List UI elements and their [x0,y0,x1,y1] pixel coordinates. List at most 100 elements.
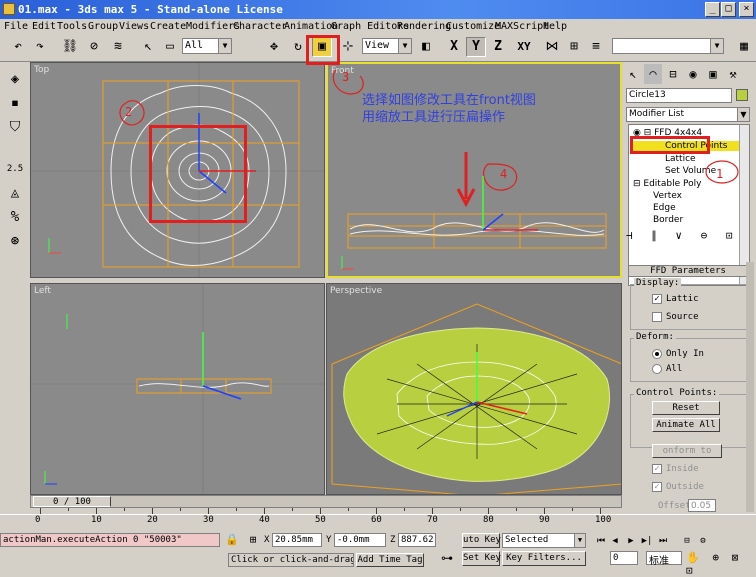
auto-key-button[interactable]: uto Key [462,533,501,548]
ffd-parameters-rollout[interactable]: FFD Parameters [628,265,748,277]
redo-icon[interactable]: ↷ [30,37,50,57]
stack-item-editable-poly[interactable]: ⊟ Editable Poly [633,179,701,189]
stack-item-border[interactable]: Border [653,215,683,225]
time-config-icon[interactable]: ⚙ [696,534,710,548]
unlink-icon[interactable]: ⊘ [84,37,104,57]
offset-field[interactable]: 0.05 [688,499,716,512]
panel-scrollbar[interactable] [746,262,754,512]
named-selection-icon[interactable]: ≡ [586,37,606,57]
viewport-top[interactable]: Top 2 [30,62,325,278]
hierarchy-tab-icon[interactable]: ⊟ [664,64,682,84]
menu-customize[interactable]: Customize [446,20,500,33]
animate-all-button[interactable]: Animate All [652,418,720,432]
ref-coord-dropdown[interactable]: View ▼ [362,38,412,54]
key-icon[interactable]: ⊶ [436,551,458,567]
go-to-start-icon[interactable]: ⏮ [594,534,608,548]
axis-x-button[interactable]: X [444,37,464,57]
all-radio[interactable] [652,364,662,374]
menu-create[interactable]: Create [150,20,186,33]
rotate-icon[interactable]: ↻ [288,37,308,57]
menu-views[interactable]: Views [119,20,149,33]
region-select-icon[interactable]: ▭ [160,37,180,57]
motion-tab-icon[interactable]: ◉ [684,64,702,84]
play-icon[interactable]: ▶ [624,534,638,548]
current-frame-field[interactable]: 0 [610,551,638,565]
named-selection-dropdown[interactable]: ▼ [612,38,724,54]
stack-item-vertex[interactable]: Vertex [653,191,682,201]
modify-tab-icon[interactable]: ◠ [644,64,662,84]
inside-checkbox[interactable]: ✓ [652,464,662,474]
key-mode-dropdown[interactable]: Selected ▼ [502,533,586,548]
viewport-front[interactable]: Front 选择如图修改工具在front视图 用缩放工具进行压扁操作 3 4 [326,62,622,278]
stack-item-lattice[interactable]: Lattice [665,154,696,164]
menu-tools[interactable]: Tools [57,20,87,33]
modifier-list-dropdown[interactable]: Modifier List ▼ [626,107,750,122]
move-icon[interactable]: ✥ [264,37,284,57]
y-coord-field[interactable]: -0.0mm [334,533,386,547]
undo-icon[interactable]: ↶ [8,37,28,57]
go-to-end-icon[interactable]: ⏭ [656,534,670,548]
only-in-radio[interactable] [652,349,662,359]
spinner-snap-icon[interactable]: ⊛ [4,230,26,252]
bind-space-warp-icon[interactable]: ≋ [108,37,128,57]
z-coord-field[interactable]: 887.62 [398,533,436,547]
material-editor-icon[interactable]: ▦ [734,37,754,57]
edit-vertex-icon[interactable]: ▪ [4,92,26,114]
snap-25-icon[interactable]: 2.5 [4,158,26,180]
outside-checkbox[interactable]: ✓ [652,482,662,492]
time-slider-track[interactable]: 0 / 100 [30,495,622,508]
pivot-center-icon[interactable]: ◧ [416,37,436,57]
lattice-checkbox[interactable]: ✓ [652,294,662,304]
selection-filter-dropdown[interactable]: All ▼ [182,38,232,54]
percent-snap-icon[interactable]: % [4,206,26,228]
menu-maxscript[interactable]: MAXScript [495,20,549,33]
axis-y-button[interactable]: Y [466,37,486,57]
stack-scrollbar[interactable] [739,125,749,285]
key-filters-button[interactable]: Key Filters... [502,551,586,566]
x-coord-field[interactable]: 20.85mm [272,533,322,547]
select-object-icon[interactable]: ↖ [138,37,158,57]
add-time-tag-button[interactable]: Add Time Tag [356,553,424,567]
reset-button[interactable]: Reset [652,401,720,415]
minimize-button[interactable]: _ [705,2,720,17]
lock-icon[interactable]: 🔒 [222,533,242,547]
create-box-icon[interactable]: ◈ [4,68,26,90]
maximize-button[interactable]: □ [721,2,736,17]
key-mode-toggle-icon[interactable]: ⊟ [680,534,694,548]
mirror-icon[interactable]: ⋈ [542,37,562,57]
menu-edit[interactable]: Edit [32,20,56,33]
close-button[interactable]: × [739,2,754,17]
stack-tools[interactable]: ⊣ ∥ ∨ ⊖ ⊡ [626,229,750,245]
angle-snap-icon[interactable]: ◬ [4,182,26,204]
manipulate-icon[interactable]: ⊹ [338,37,358,57]
object-name-field[interactable]: Circle13 [626,88,732,103]
menu-rendering[interactable]: Rendering [397,20,451,33]
axis-z-button[interactable]: Z [488,37,508,57]
conform-to-shape-button[interactable]: onform to Shap [652,444,722,458]
previous-frame-icon[interactable]: ◀ [608,534,622,548]
viewport-left[interactable]: Left [30,283,325,495]
viewport-perspective[interactable]: Perspective [326,283,622,495]
align-icon[interactable]: ⊞ [564,37,584,57]
menu-file[interactable]: File [4,20,28,33]
viewport-nav-controls[interactable]: ✋ ⊕ ⊠ ⊡ [686,551,754,577]
menu-help[interactable]: Help [543,20,567,33]
app-icon[interactable] [3,3,15,15]
menu-character[interactable]: Character [233,20,287,33]
create-tab-icon[interactable]: ↖ [624,64,642,84]
axis-xy-button[interactable]: XY [512,37,536,57]
time-slider[interactable]: 0 / 100 [33,496,111,507]
maxscript-listener[interactable]: actionMan.executeAction 0 "50003" [0,533,220,547]
absolute-mode-icon[interactable]: ⊞ [244,533,262,547]
display-tab-icon[interactable]: ▣ [704,64,722,84]
utilities-tab-icon[interactable]: ⚒ [724,64,742,84]
set-key-button[interactable]: Set Key [462,551,501,566]
select-link-icon[interactable]: ⛓ [60,37,80,57]
ime-indicator[interactable]: 标准 [646,551,682,567]
source-checkbox[interactable] [652,312,662,322]
shield-icon[interactable]: ⛉ [4,116,26,138]
next-frame-icon[interactable]: ▶| [640,534,654,548]
stack-item-edge[interactable]: Edge [653,203,676,213]
menu-group[interactable]: Group [88,20,118,33]
object-color-swatch[interactable] [736,89,748,101]
